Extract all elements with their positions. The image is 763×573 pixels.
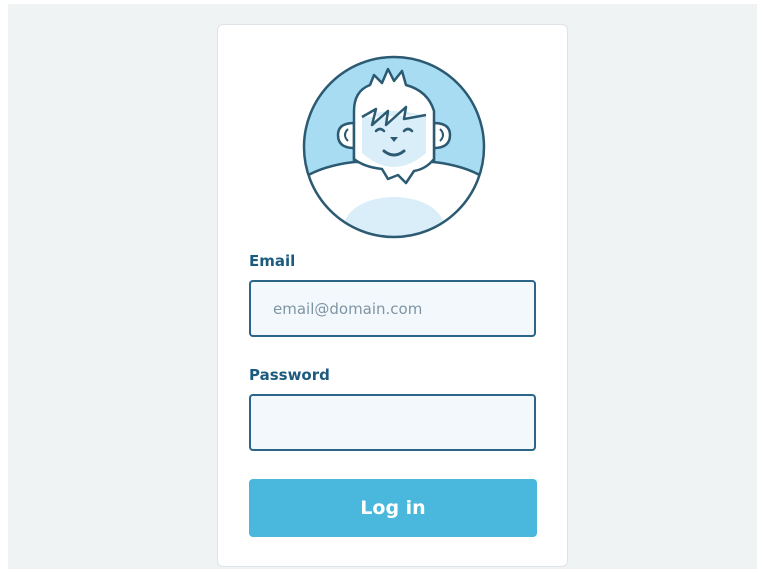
login-button[interactable]: Log in [249, 479, 537, 537]
password-input[interactable] [249, 394, 536, 451]
email-input[interactable] [249, 280, 536, 337]
yeti-avatar-icon [302, 55, 486, 239]
page-background: Email Password Log in [8, 4, 757, 569]
email-label: Email [249, 252, 296, 270]
login-card: Email Password Log in [217, 24, 568, 567]
password-label: Password [249, 366, 330, 384]
